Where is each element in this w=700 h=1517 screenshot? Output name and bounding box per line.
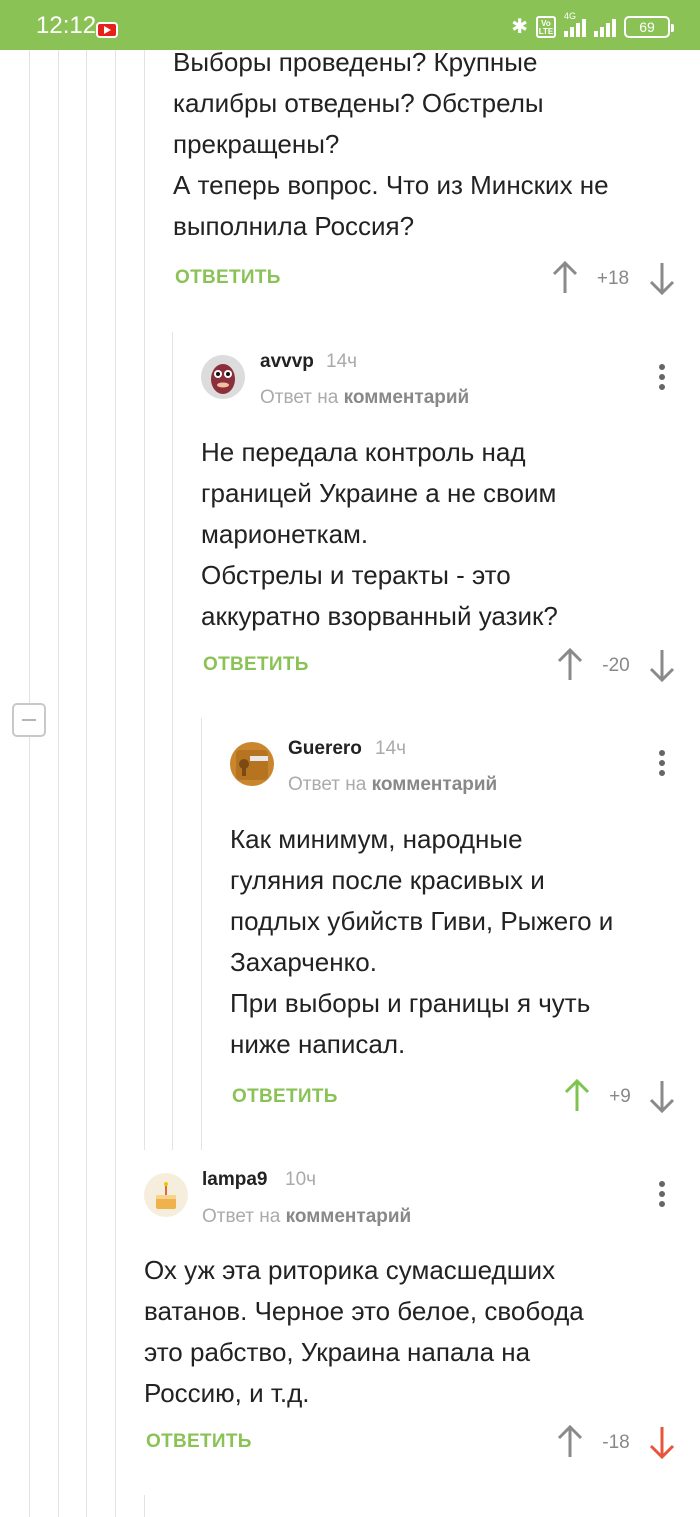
comment-text: Как минимум, народные гуляния после крас… <box>230 819 613 1065</box>
comment-score: -18 <box>602 1432 630 1453</box>
comment-line: Выборы проведены? Крупные <box>173 47 538 77</box>
reply-button[interactable]: ОТВЕТИТЬ <box>203 654 309 676</box>
reply-to-prefix: Ответ на <box>288 774 367 795</box>
comment-line: гуляния после красивых и <box>230 865 545 895</box>
reply-to: Ответ на комментарий <box>202 1206 411 1228</box>
thread-line-2 <box>58 50 59 1517</box>
comment-time: 10ч <box>285 1169 317 1190</box>
comment-line: калибры отведены? Обстрелы <box>173 88 544 118</box>
comment-line: Россию, и т.д. <box>144 1378 310 1408</box>
thread-line-4 <box>115 50 116 1517</box>
comment-line: прекращены? <box>173 129 340 159</box>
username[interactable]: avvvp <box>260 351 314 373</box>
collapse-thread-button[interactable] <box>12 703 46 737</box>
reply-to-prefix: Ответ на <box>202 1206 281 1227</box>
reply-button[interactable]: ОТВЕТИТЬ <box>232 1086 338 1108</box>
reply-to: Ответ на комментарий <box>260 387 469 409</box>
username[interactable]: lampa9 <box>202 1169 267 1191</box>
upvote-arrow-icon[interactable] <box>551 260 579 296</box>
status-icons: ✱ Vo LTE 4G 69 <box>511 11 674 40</box>
upvote-arrow-icon[interactable] <box>556 647 584 683</box>
comment-line: марионеткам. <box>201 519 369 549</box>
thread-line-1b <box>29 737 30 1517</box>
comment-line: подлых убийств Гиви, Рыжего и <box>230 906 614 936</box>
comment-line: Ох уж эта риторика сумасшедших <box>144 1255 556 1285</box>
comment-line: аккуратно взорванный уазик? <box>201 601 558 631</box>
more-options-icon[interactable] <box>658 364 666 394</box>
comment-line: Захарченко. <box>230 947 377 977</box>
comment-line: выполнила Россия? <box>173 211 415 241</box>
comment-line: границей Украине а не своим <box>201 478 557 508</box>
volte-icon: Vo LTE <box>536 16 556 38</box>
clock: 12:12 <box>36 12 97 39</box>
comment-line: ватанов. Черное это белое, свобода <box>144 1296 584 1326</box>
more-options-icon[interactable] <box>658 1181 666 1211</box>
reply-button[interactable]: ОТВЕТИТЬ <box>175 267 281 289</box>
comment-line: Обстрелы и теракты - это <box>201 560 511 590</box>
downvote-arrow-icon[interactable] <box>648 647 676 683</box>
bluetooth-icon: ✱ <box>511 16 528 38</box>
upvote-arrow-icon[interactable] <box>556 1424 584 1460</box>
upvote-arrow-icon[interactable] <box>563 1078 591 1114</box>
comments-screen: 12:12 ✱ Vo LTE 4G 69 Выборы проведены? К… <box>0 0 700 1517</box>
comment-text: Ох уж эта риторика сумасшедших ватанов. … <box>144 1250 584 1414</box>
more-options-icon[interactable] <box>658 750 666 780</box>
reply-button[interactable]: ОТВЕТИТЬ <box>146 1431 252 1453</box>
avatar-cake-icon[interactable] <box>144 1173 188 1217</box>
comment-score: +18 <box>596 268 630 289</box>
reply-to-prefix: Ответ на <box>260 387 339 408</box>
signal-4g-icon: 4G <box>564 11 586 37</box>
comment-text: Выборы проведены? Крупные калибры отведе… <box>173 42 609 247</box>
comment-score: +9 <box>609 1086 631 1107</box>
avatar-key-lock-icon[interactable] <box>230 742 274 786</box>
signal-icon <box>594 17 616 37</box>
battery-icon: 69 <box>624 16 674 38</box>
thread-line-8 <box>144 1495 145 1517</box>
reply-to-link[interactable]: комментарий <box>344 387 470 408</box>
downvote-arrow-icon[interactable] <box>648 1424 676 1460</box>
comment-line: ниже написал. <box>230 1029 406 1059</box>
comment-time: 14ч <box>326 351 358 372</box>
thread-line-6 <box>172 332 173 1150</box>
thread-line-3 <box>86 50 87 1517</box>
reply-to-link[interactable]: комментарий <box>286 1206 412 1227</box>
thread-line-7 <box>201 718 202 1150</box>
thread-line-1 <box>29 50 30 703</box>
comment-time: 14ч <box>375 738 407 759</box>
thread-line-5 <box>144 50 145 1150</box>
comment-line: А теперь вопрос. Что из Минских не <box>173 170 609 200</box>
comment-line: Как минимум, народные <box>230 824 523 854</box>
avatar-puppet-icon[interactable] <box>201 355 245 399</box>
reply-to-link[interactable]: комментарий <box>372 774 498 795</box>
network-type-label: 4G <box>564 11 577 21</box>
downvote-arrow-icon[interactable] <box>648 260 676 296</box>
reply-to: Ответ на комментарий <box>288 774 497 796</box>
comment-score: -20 <box>602 655 630 676</box>
comment-text: Не передала контроль над границей Украин… <box>201 432 558 637</box>
comment-line: это рабство, Украина напала на <box>144 1337 531 1367</box>
username[interactable]: Guerero <box>288 738 362 760</box>
comment-line: При выборы и границы я чуть <box>230 988 591 1018</box>
downvote-arrow-icon[interactable] <box>648 1078 676 1114</box>
comment-line: Не передала контроль над <box>201 437 526 467</box>
youtube-notification-icon <box>96 22 118 38</box>
